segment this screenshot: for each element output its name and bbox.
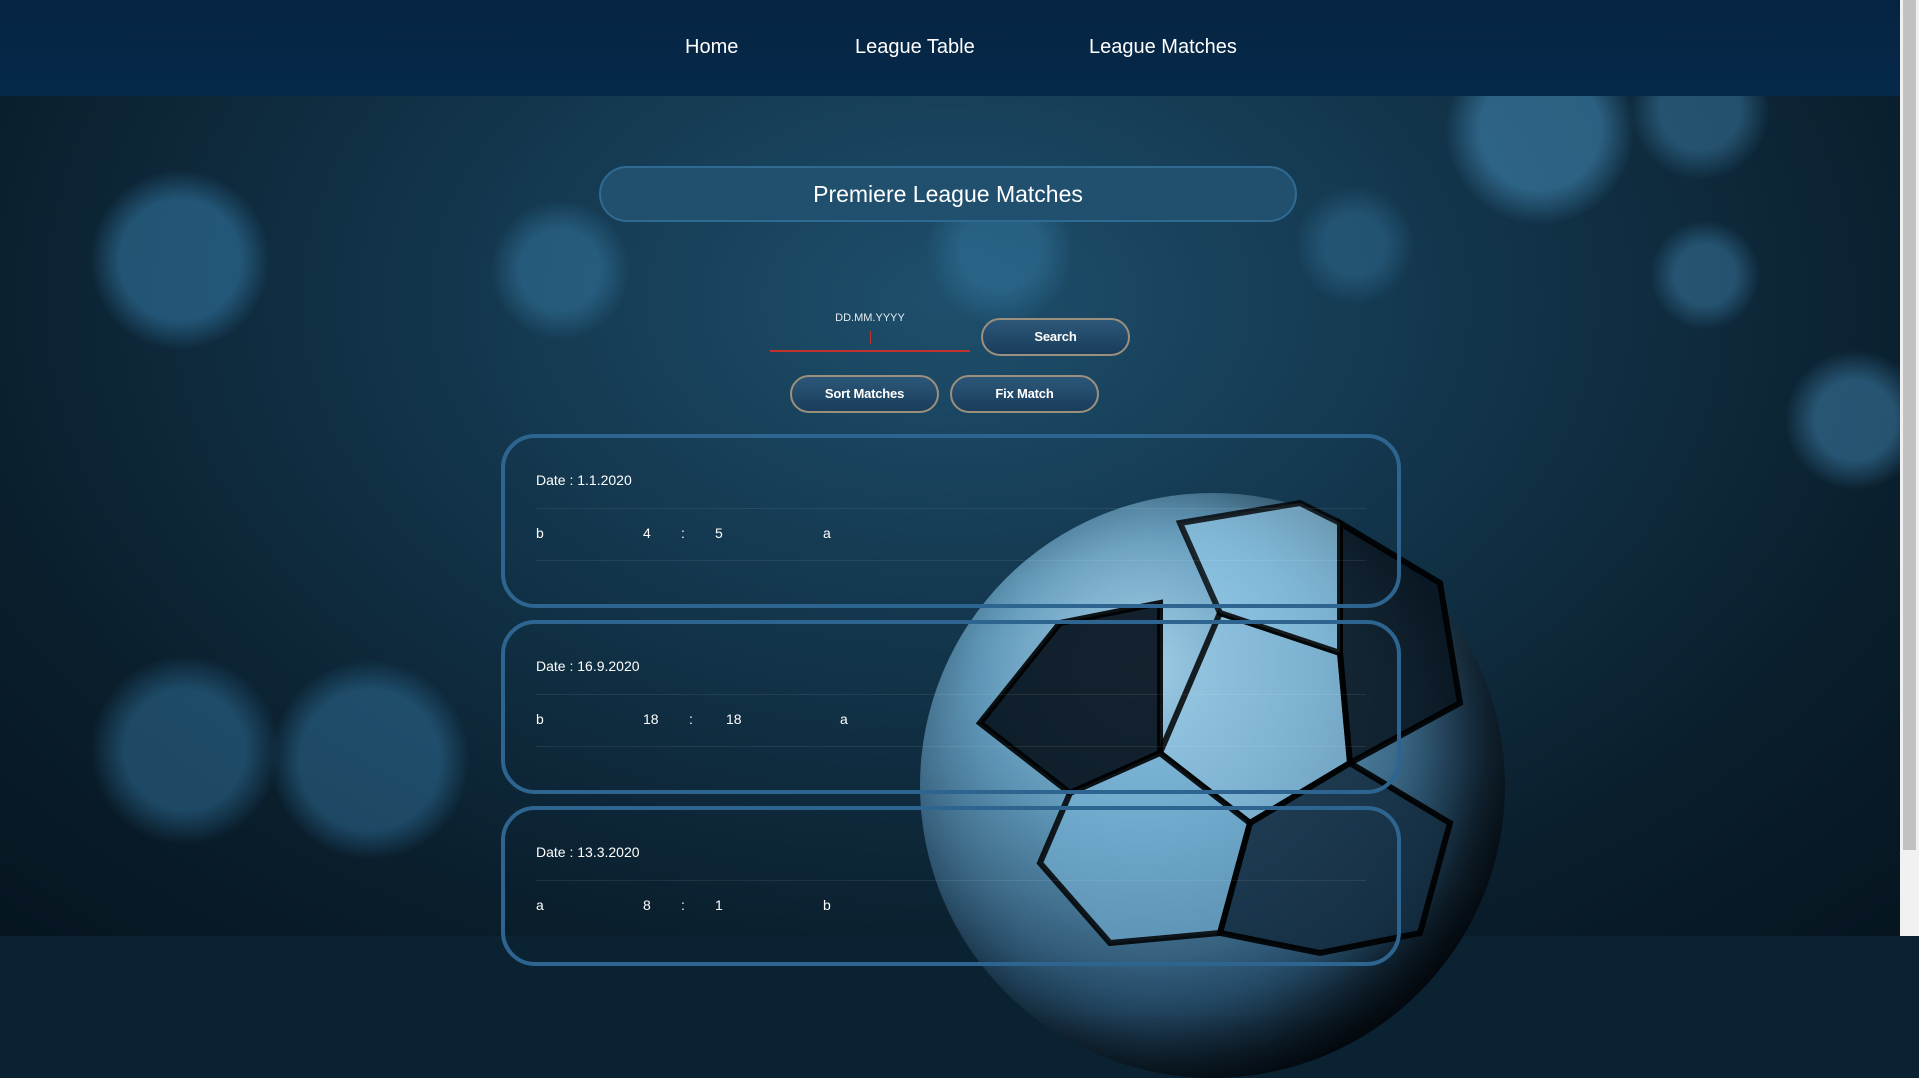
top-navbar: Home League Table League Matches [0,0,1900,96]
away-score: 18 [726,711,742,727]
away-team: a [840,711,848,727]
home-team: b [536,525,544,541]
row-divider [536,880,1366,881]
home-score: 18 [643,711,659,727]
nav-home[interactable]: Home [685,36,738,59]
date-input-label: DD.MM.YYYY [835,312,905,324]
search-button[interactable]: Search [981,318,1130,356]
score-separator: : [681,897,685,913]
match-date: Date : 1.1.2020 [536,472,632,488]
home-score: 8 [643,897,651,913]
score-separator: : [689,711,693,727]
away-score: 5 [715,525,723,541]
row-divider [536,560,1366,561]
home-team: b [536,711,544,727]
home-score: 4 [643,525,651,541]
text-caret [870,331,871,344]
match-card: Date : 1.1.2020 b 4 : 5 a [501,434,1401,608]
nav-league-matches[interactable]: League Matches [1089,36,1237,59]
score-separator: : [681,525,685,541]
match-card: Date : 13.3.2020 a 8 : 1 b [501,806,1401,966]
away-team: b [823,897,831,913]
away-score: 1 [715,897,723,913]
nav-league-table[interactable]: League Table [855,36,975,59]
away-team: a [823,525,831,541]
sort-matches-button[interactable]: Sort Matches [790,375,939,413]
row-divider [536,694,1366,695]
fix-match-button[interactable]: Fix Match [950,375,1099,413]
row-divider [536,746,1366,747]
match-date: Date : 16.9.2020 [536,658,640,674]
home-team: a [536,897,544,913]
match-date: Date : 13.3.2020 [536,844,640,860]
page-title: Premiere League Matches [599,166,1297,222]
row-divider [536,508,1366,509]
match-card: Date : 16.9.2020 b 18 : 18 a [501,620,1401,794]
scrollbar-thumb[interactable] [1903,0,1916,850]
